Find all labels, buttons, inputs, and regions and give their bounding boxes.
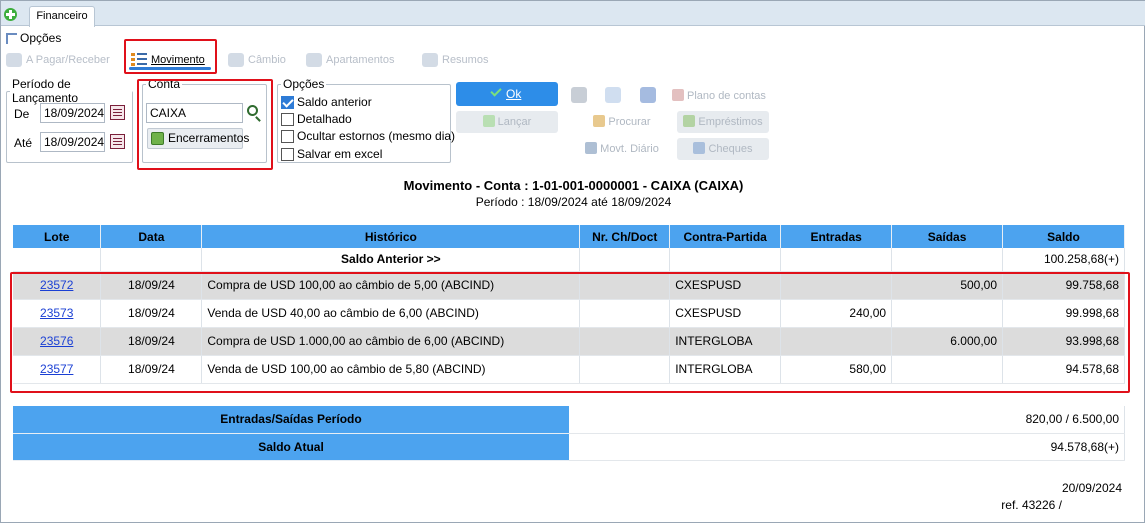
movt-diario-button[interactable]: Movt. Diário [572,138,672,160]
col-saldo[interactable]: Saldo [1002,225,1125,248]
tab-financeiro[interactable]: Financeiro [29,6,95,27]
cell [891,248,1004,272]
entradas-saidas-row: Entradas/Saídas Período 820,00 / 6.500,0… [13,406,1125,434]
report-icon [422,53,438,67]
ate-label: Até [14,136,33,150]
periodo-legend: Período de Lançamento [12,77,79,105]
tab-strip: Financeiro [1,1,1145,27]
totals-table: Entradas/Saídas Período 820,00 / 6.500,0… [13,406,1125,461]
col-data[interactable]: Data [100,225,203,248]
calendar-icon[interactable] [110,134,125,149]
print-icon[interactable] [571,87,587,103]
checkbox-box[interactable] [281,129,294,143]
col-entradas[interactable]: Entradas [780,225,893,248]
toolbar-resumos[interactable]: Resumos [422,51,488,69]
highlight-conta [137,79,273,170]
col-saidas[interactable]: Saídas [891,225,1004,248]
col-doc[interactable]: Nr. Ch/Doct [579,225,671,248]
highlight-movimento [124,39,217,74]
toolbar-pagar-receber[interactable]: A Pagar/Receber [6,51,110,69]
cell [100,248,203,272]
saldo-anterior-row: Saldo Anterior >> 100.258,68(+) [13,248,1125,272]
highlight-rows [10,272,1130,393]
entradas-saidas-label: Entradas/Saídas Período [13,406,569,434]
checkbox-box[interactable] [281,147,294,161]
checkbox-box[interactable] [281,95,294,109]
lancar-button[interactable]: Lançar [456,111,558,133]
footer-date: 20/09/2024 [1061,481,1122,495]
report-title: Movimento - Conta : 1-01-001-0000001 - C… [403,178,744,193]
money-icon [6,53,22,67]
plano-contas-button[interactable]: Plano de contas [672,89,766,102]
cheques-button[interactable]: Cheques [677,138,769,160]
checkbox-box[interactable] [281,112,294,126]
toolbar-cambio[interactable]: Câmbio [228,51,286,69]
ok-button[interactable]: Ok [456,82,558,106]
ocultar-estornos-checkbox[interactable]: Ocultar estornos (mesmo dia) [281,129,455,143]
de-date-field[interactable]: 18/09/2024 [40,103,105,123]
calendar-icon[interactable] [110,105,125,120]
add-tab-icon[interactable] [4,8,17,21]
check-icon [489,85,502,97]
loan-icon [683,115,696,127]
save-icon[interactable] [640,87,656,103]
table-header: Lote Data Histórico Nr. Ch/Doct Contra-P… [13,225,1125,248]
procurar-button[interactable]: Procurar [572,111,672,133]
report-subtitle: Período : 18/09/2024 até 18/09/2024 [475,195,672,209]
saldo-anterior-value: 100.258,68(+) [1002,248,1125,272]
calendar-icon [585,142,598,154]
cell [669,248,782,272]
saldo-anterior-checkbox[interactable]: Saldo anterior [281,95,372,109]
footer-ref: ref. 43226 / [1001,498,1062,512]
col-contra[interactable]: Contra-Partida [669,225,782,248]
book-icon [672,89,684,101]
cell [13,248,102,272]
de-label: De [14,107,30,121]
toolbar-apartamentos[interactable]: Apartamentos [306,51,394,69]
detalhado-checkbox[interactable]: Detalhado [281,112,352,126]
menu-corner-icon [6,33,17,44]
entradas-saidas-value: 820,00 / 6.500,00 [569,406,1125,434]
saldo-atual-label: Saldo Atual [13,433,569,461]
emprestimos-button[interactable]: Empréstimos [677,111,769,133]
preview-icon[interactable] [605,87,621,103]
col-historico[interactable]: Histórico [201,225,581,248]
financeiro-window: Financeiro Opções A Pagar/Receber Movime… [0,0,1145,523]
col-lote[interactable]: Lote [13,225,102,248]
cheque-icon [693,142,706,154]
exchange-icon [228,53,244,67]
building-icon [306,53,322,67]
salvar-excel-checkbox[interactable]: Salvar em excel [281,147,382,161]
saldo-anterior-label: Saldo Anterior >> [201,248,581,272]
plus-icon [482,115,495,127]
saldo-atual-row: Saldo Atual 94.578,68(+) [13,433,1125,461]
menu-opcoes[interactable]: Opções [20,31,61,45]
opcoes-legend: Opções [283,77,325,91]
cell [780,248,893,272]
ate-date-field[interactable]: 18/09/2024 [40,132,105,152]
cell [579,248,671,272]
saldo-atual-value: 94.578,68(+) [569,433,1125,461]
search-hand-icon [593,115,606,127]
